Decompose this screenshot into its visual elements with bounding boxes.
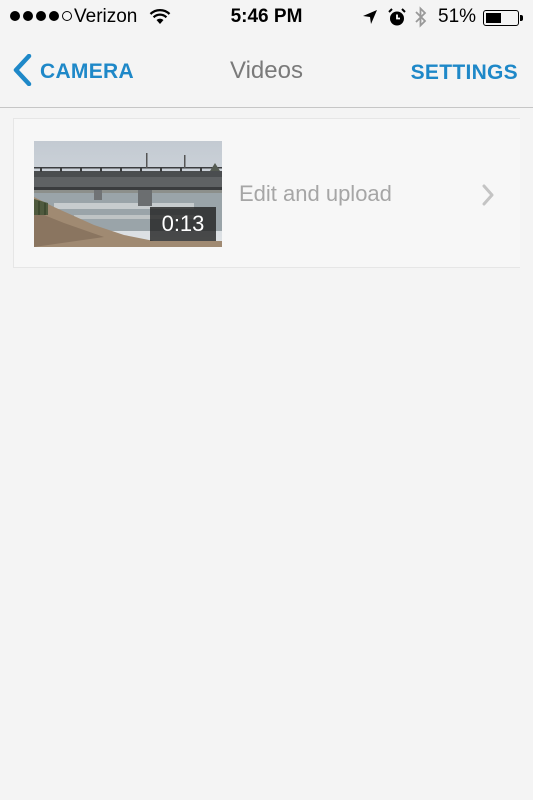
screen: Verizon 5:46 PM 51% CAMERA Videos SETTIN… (0, 0, 533, 800)
settings-button[interactable]: SETTINGS (411, 61, 518, 85)
list-item[interactable]: 0:13 Edit and upload (14, 119, 521, 269)
video-list: 0:13 Edit and upload (13, 118, 520, 268)
battery-tip (520, 15, 523, 21)
alarm-clock-icon (388, 8, 406, 33)
edit-and-upload-label: Edit and upload (239, 181, 392, 206)
video-duration-badge: 0:13 (150, 207, 216, 241)
bluetooth-icon (414, 6, 428, 34)
location-arrow-icon (362, 9, 378, 31)
battery-fill (486, 13, 501, 23)
battery-percentage: 51% (438, 6, 477, 27)
video-thumbnail[interactable]: 0:13 (34, 141, 222, 247)
chevron-right-icon (481, 184, 495, 211)
status-bar: Verizon 5:46 PM 51% (0, 0, 533, 36)
navigation-bar: CAMERA Videos SETTINGS (0, 36, 533, 108)
battery-icon (483, 10, 519, 26)
